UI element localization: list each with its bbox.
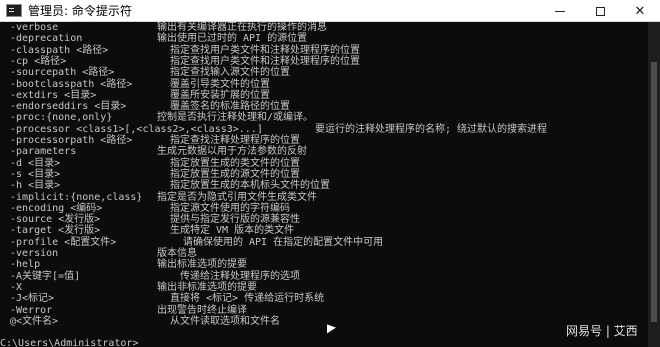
console-line: -Werror 出现警告时终止编译 — [0, 305, 648, 316]
console-line: -extdirs <目录> 覆盖所安装扩展的位置 — [0, 90, 648, 101]
vertical-scrollbar[interactable] — [648, 22, 660, 347]
option-description: 指定查找用户类文件和注释处理程序的位置 — [170, 55, 360, 67]
prompt-text: C:\Users\Administrator> — [0, 338, 139, 347]
option-flag: -extdirs <目录> — [10, 89, 97, 101]
option-description: 指定放置生成的本机标头文件的位置 — [170, 180, 330, 192]
option-flag: -verbose — [10, 22, 59, 33]
console-line: -profile <配置文件> 请确保使用的 API 在指定的配置文件中可用 — [0, 237, 648, 248]
option-description: 提供与指定发行版的源兼容性 — [170, 214, 300, 226]
console-line: -cp <路径> 指定查找用户类文件和注释处理程序的位置 — [0, 56, 648, 67]
option-description: 覆盖签名的标准路径的位置 — [170, 101, 290, 113]
console-line: -s <目录> 指定放置生成的源文件的位置 — [0, 169, 648, 180]
option-description: 版本信息 — [157, 248, 197, 259]
option-description: 生成特定 VM 版本的类文件 — [170, 225, 295, 237]
option-flag: @<文件名> — [10, 315, 59, 327]
option-description: 生成元数据以用于方法参数的反射 — [157, 146, 307, 158]
console-line: -implicit:{none,class} 指定是否为隐式引用文件生成类文件 — [0, 192, 648, 203]
option-flag: -processor <class1>[,<class2>,<class3>..… — [10, 123, 263, 135]
option-description: 指定源文件使用的字符编码 — [170, 202, 290, 214]
console-line: -encoding <编码> 指定源文件使用的字符编码 — [0, 203, 648, 214]
option-description: 输出使用已过时的 API 的源位置 — [157, 33, 308, 45]
option-description: 指定是否为隐式引用文件生成类文件 — [157, 191, 317, 203]
option-description: 请确保使用的 API 在指定的配置文件中可用 — [183, 236, 384, 248]
console-line: -verbose 输出有关编译器正在执行的操作的消息 — [0, 22, 648, 33]
option-description: 出现警告时终止编译 — [157, 304, 247, 316]
option-description: 指定放置生成的源文件的位置 — [170, 168, 300, 180]
console-line: -help 输出标准选项的提要 — [0, 259, 648, 270]
console-output[interactable]: C:\Users\Administrator> -verbose 输出有关编译器正… — [0, 22, 648, 347]
option-flag: -endorseddirs <目录> — [10, 101, 127, 113]
command-prompt-line[interactable]: C:\Users\Administrator> — [0, 338, 145, 347]
console-line: -deprecation 输出使用已过时的 API 的源位置 — [0, 33, 648, 44]
scrollbar-thumb[interactable] — [651, 62, 657, 322]
console-line: -source <发行版> 提供与指定发行版的源兼容性 — [0, 214, 648, 225]
console-line: -bootclasspath <路径> 覆盖引导类文件的位置 — [0, 79, 648, 90]
option-flag: -processorpath <路径> — [10, 135, 133, 146]
option-description: 输出非标准选项的提要 — [157, 281, 257, 293]
option-description: 控制是否执行注释处理和/或编译。 — [157, 112, 314, 124]
console-line: -parameters 生成元数据以用于方法参数的反射 — [0, 146, 648, 157]
option-flag: -classpath <路径> — [10, 44, 109, 56]
option-flag: -deprecation — [10, 33, 83, 45]
console-line: @<文件名> 从文件读取选项和文件名 — [0, 316, 648, 327]
option-flag: -A关键字[=值] — [10, 270, 81, 282]
option-flag: -bootclasspath <路径> — [10, 78, 133, 90]
option-description: 直接将 <标记> 传递给运行时系统 — [170, 293, 325, 305]
option-description: 指定查找用户类文件和注释处理程序的位置 — [170, 44, 360, 56]
watermark: 网易号 | 艾西 — [566, 324, 638, 338]
option-description: 输出有关编译器正在执行的操作的消息 — [157, 22, 327, 33]
maximize-button[interactable] — [580, 0, 620, 22]
option-flag: -profile <配置文件> — [10, 236, 117, 248]
minimize-button[interactable] — [540, 0, 580, 22]
console-line: -classpath <路径> 指定查找用户类文件和注释处理程序的位置 — [0, 45, 648, 56]
option-description: 指定放置生成的类文件的位置 — [170, 157, 300, 169]
console-line: -endorseddirs <目录> 覆盖签名的标准路径的位置 — [0, 101, 648, 112]
option-flag: -d <目录> — [10, 157, 61, 169]
console-line: -proc:{none,only} 控制是否执行注释处理和/或编译。 — [0, 112, 648, 123]
console-line: -version 版本信息 — [0, 248, 648, 259]
option-flag: -Werror — [10, 304, 53, 316]
console-line: -J<标记> 直接将 <标记> 传递给运行时系统 — [0, 293, 648, 304]
option-flag: -proc:{none,only} — [10, 112, 113, 124]
option-flag: -J<标记> — [10, 293, 55, 305]
option-flag: -sourcepath <路径> — [10, 67, 115, 79]
option-description: 从文件读取选项和文件名 — [170, 315, 280, 327]
option-flag: -X — [10, 281, 23, 293]
option-description: 要运行的注释处理程序的名称; 绕过默认的搜索进程 — [315, 123, 548, 135]
option-description: 输出标准选项的提要 — [157, 259, 247, 271]
option-flag: -implicit:{none,class} — [10, 191, 143, 203]
window-title: 管理员: 命令提示符 — [28, 4, 132, 18]
option-flag: -help — [10, 259, 41, 271]
console-line: -A关键字[=值] 传递给注释处理程序的选项 — [0, 271, 648, 282]
option-flag: -target <发行版> — [10, 225, 101, 237]
option-flag: -h <目录> — [10, 180, 61, 192]
option-flag: -source <发行版> — [10, 214, 101, 226]
title-bar[interactable]: 管理员: 命令提示符 ✕ — [0, 0, 660, 22]
console-line: -processor <class1>[,<class2>,<class3>..… — [0, 124, 648, 135]
option-flag: -encoding <编码> — [10, 202, 103, 214]
console-line: -d <目录> 指定放置生成的类文件的位置 — [0, 158, 648, 169]
option-flag: -version — [10, 248, 59, 259]
option-description: 传递给注释处理程序的选项 — [180, 270, 300, 282]
option-flag: -parameters — [10, 146, 77, 158]
console-line: -sourcepath <路径> 指定查找输入源文件的位置 — [0, 67, 648, 78]
option-description: 指定查找注释处理程序的位置 — [170, 135, 300, 146]
close-button[interactable]: ✕ — [620, 0, 660, 22]
cmd-icon[interactable] — [6, 4, 22, 17]
console-line: -h <目录> 指定放置生成的本机标头文件的位置 — [0, 180, 648, 191]
option-description: 覆盖所安装扩展的位置 — [170, 89, 270, 101]
console-line: -processorpath <路径> 指定查找注释处理程序的位置 — [0, 135, 648, 146]
console-line: -target <发行版> 生成特定 VM 版本的类文件 — [0, 225, 648, 236]
console-line: -X 输出非标准选项的提要 — [0, 282, 648, 293]
option-flag: -s <目录> — [10, 168, 61, 180]
command-prompt-window: 管理员: 命令提示符 ✕ C:\Users\Administrator> -ve… — [0, 0, 660, 347]
option-flag: -cp <路径> — [10, 55, 67, 67]
option-description: 指定查找输入源文件的位置 — [170, 67, 290, 79]
option-description: 覆盖引导类文件的位置 — [170, 78, 270, 90]
